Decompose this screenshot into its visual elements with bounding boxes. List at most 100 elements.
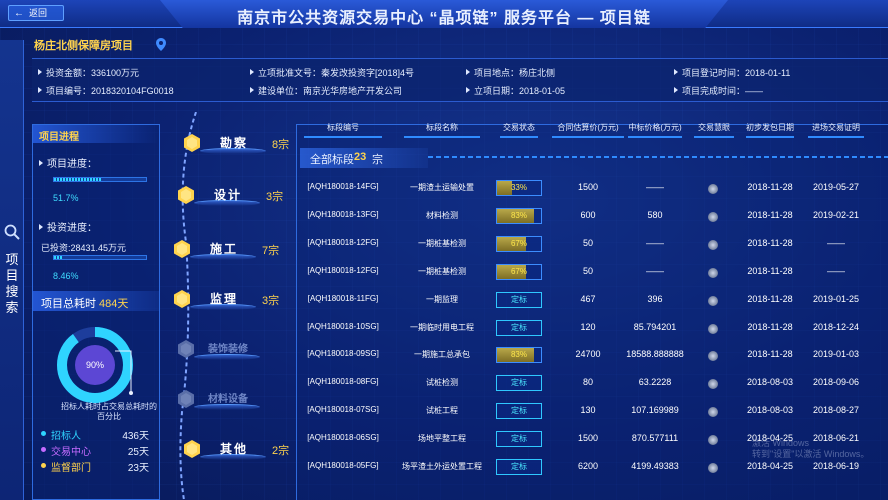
- eye-icon[interactable]: [708, 239, 718, 250]
- stage-count: 7宗: [262, 245, 280, 257]
- section-name: 一期渣土运输处置: [410, 183, 474, 192]
- table-row[interactable]: [AQH180018-08FG] 试桩检测 定标 80 63.2228 2018-08-0…: [296, 370, 888, 396]
- stage-count: 2宗: [272, 445, 290, 457]
- back-button[interactable]: ← 返回: [8, 5, 64, 21]
- stage-name: 材料设备: [208, 394, 248, 405]
- bullet-triangle-icon: [39, 224, 43, 230]
- search-side-strip[interactable]: 项目搜索: [0, 40, 24, 500]
- estimate-price: 50: [582, 265, 593, 276]
- bid-price: 396: [647, 293, 663, 304]
- timeline-stage[interactable]: 勘察 8宗: [184, 134, 304, 156]
- bullet-triangle-icon: [674, 69, 678, 75]
- table-row[interactable]: [AQH180018-10SG] 一期临时用电工程 定标 120 85.794201 20…: [296, 315, 888, 341]
- eye-icon[interactable]: [708, 463, 718, 473]
- project-progress-bar: [53, 177, 147, 182]
- section-code: [AQH180018-08FG]: [307, 377, 379, 387]
- location-pin-icon[interactable]: [156, 38, 166, 51]
- section-name: 一期监理: [426, 294, 458, 304]
- project-info-label: 投资金额：: [46, 68, 92, 78]
- timeline-stage[interactable]: 材料设备: [178, 390, 298, 412]
- section-name: 场平渣土外运处置工程: [402, 462, 482, 471]
- section-name: 材料检测: [426, 210, 458, 220]
- status-text: 67%: [510, 266, 527, 276]
- stage-name: 装饰装修: [208, 344, 248, 355]
- status-badge: 定标: [496, 431, 542, 448]
- entry-proof-date: 2018-08-27: [812, 405, 860, 416]
- table-header-cell: 交易慧眼: [698, 123, 730, 132]
- bid-price: ——: [646, 265, 664, 276]
- status-badge: 定标: [496, 459, 542, 475]
- eye-icon[interactable]: [708, 323, 718, 334]
- eye-icon[interactable]: [708, 351, 718, 362]
- stage-count: 3宗: [266, 191, 284, 203]
- table-row[interactable]: [AQH180018-11FG] 一期监理 定标 467 396 2018-11-28 20…: [296, 287, 888, 313]
- table-row[interactable]: [AQH180018-12FG] 一期桩基检测 67% 50 —— 2018-11-28 —…: [296, 231, 888, 257]
- table-header-cell: 合同估算价(万元): [557, 123, 619, 132]
- eye-icon[interactable]: [708, 295, 718, 306]
- progress-label: 项目进度：: [39, 155, 97, 170]
- table-row[interactable]: [AQH180018-12FG] 一期桩基检测 67% 50 —— 2018-11-28 —…: [296, 259, 888, 285]
- all-sections-tab[interactable]: 全部标段 23 宗: [300, 148, 428, 168]
- timeline-stage[interactable]: 监理 3宗: [174, 290, 294, 312]
- estimate-price: 1500: [577, 433, 599, 444]
- table-header-cell: 中标价格(万元): [628, 123, 682, 132]
- timeline-stage[interactable]: 其他 2宗: [184, 440, 304, 462]
- project-info-value: 杨庄北侧: [519, 68, 556, 78]
- project-info-value: 秦发改投资字[2018]4号: [321, 68, 415, 78]
- project-info-value: 2018320104FG0018: [91, 86, 174, 96]
- table-row[interactable]: [AQH180018-14FG] 一期渣土运输处置 33% 1500 —— 2018-11…: [296, 175, 888, 201]
- table-header-underline: [500, 136, 538, 138]
- watermark-line1: 激活 Windows: [752, 438, 810, 448]
- status-badge: 定标: [496, 375, 542, 392]
- status-badge: 67%: [496, 235, 542, 252]
- section-code: [AQH180018-10SG]: [307, 321, 379, 331]
- stage-name: 设计: [213, 188, 242, 202]
- timeline-stage[interactable]: 设计 3宗: [178, 186, 298, 208]
- bid-price: 18588.888888: [626, 349, 684, 360]
- eye-icon[interactable]: [708, 407, 718, 418]
- project-info-item: 项目编号：2018320104FG0018: [38, 84, 174, 97]
- legend-item: 监督部门 23天: [41, 459, 149, 474]
- project-info-item: 建设单位：南京光华房地产开发公司: [250, 84, 402, 97]
- back-button-label: 返回: [29, 8, 48, 18]
- initial-date: 2018-11-28: [747, 182, 793, 192]
- estimate-price: 24700: [575, 349, 601, 360]
- project-info-label: 建设单位：: [258, 86, 304, 96]
- eye-icon[interactable]: [708, 267, 718, 278]
- eye-icon[interactable]: [708, 435, 718, 446]
- status-badge: 定标: [496, 291, 542, 308]
- status-text: 定标: [511, 434, 527, 444]
- section-code: [AQH180018-12FG]: [307, 265, 379, 275]
- donut-leader-line: [115, 350, 133, 395]
- windows-watermark: 激活 Windows 转到"设置"以激活 Windows。: [752, 438, 869, 460]
- eye-icon[interactable]: [708, 379, 718, 390]
- page-title: 南京市公共资源交易中心 “晶项链” 服务平台 — 项目链: [237, 10, 651, 27]
- project-info-label: 项目完成时间：: [682, 86, 746, 96]
- table-row[interactable]: [AQH180018-13FG] 材料检测 83% 600 580 2018-11-28 2…: [296, 203, 888, 229]
- status-text: 定标: [511, 322, 527, 332]
- section-name: 一期桩基检测: [418, 266, 466, 276]
- project-info-label: 立项批准文号：: [258, 68, 322, 78]
- estimate-price: 50: [582, 237, 593, 248]
- project-info-item: 投资金额：336100万元: [38, 66, 139, 79]
- table-header-underline: [746, 136, 794, 138]
- project-progress-fill: [54, 178, 102, 181]
- eye-icon[interactable]: [708, 184, 718, 194]
- search-side-label: 项目搜索: [5, 252, 19, 315]
- status-text: 83%: [510, 210, 527, 220]
- timeline-stage[interactable]: 施工 7宗: [174, 240, 294, 262]
- timeline-stage[interactable]: 装饰装修: [178, 340, 298, 362]
- bid-price: 85.794201: [633, 321, 677, 332]
- table-header-underline: [552, 136, 624, 138]
- project-info-item: 项目登记时间：2018-01-11: [674, 66, 790, 79]
- invest-amount: 已投资:28431.45万元: [41, 243, 127, 253]
- table-row[interactable]: [AQH180018-07SG] 试桩工程 定标 130 107.169989 2018-…: [296, 398, 888, 424]
- all-sections-count: 23: [354, 151, 367, 163]
- legend-value: 23天: [127, 463, 149, 474]
- status-text: 67%: [510, 238, 527, 248]
- project-info-item: 立项日期：2018-01-05: [466, 84, 565, 97]
- table-row[interactable]: [AQH180018-09SG] 一期施工总承包 83% 24700 18588.888…: [296, 342, 888, 368]
- status-badge: 33%: [496, 180, 542, 196]
- eye-icon[interactable]: [708, 211, 718, 222]
- estimate-price: 80: [582, 377, 593, 388]
